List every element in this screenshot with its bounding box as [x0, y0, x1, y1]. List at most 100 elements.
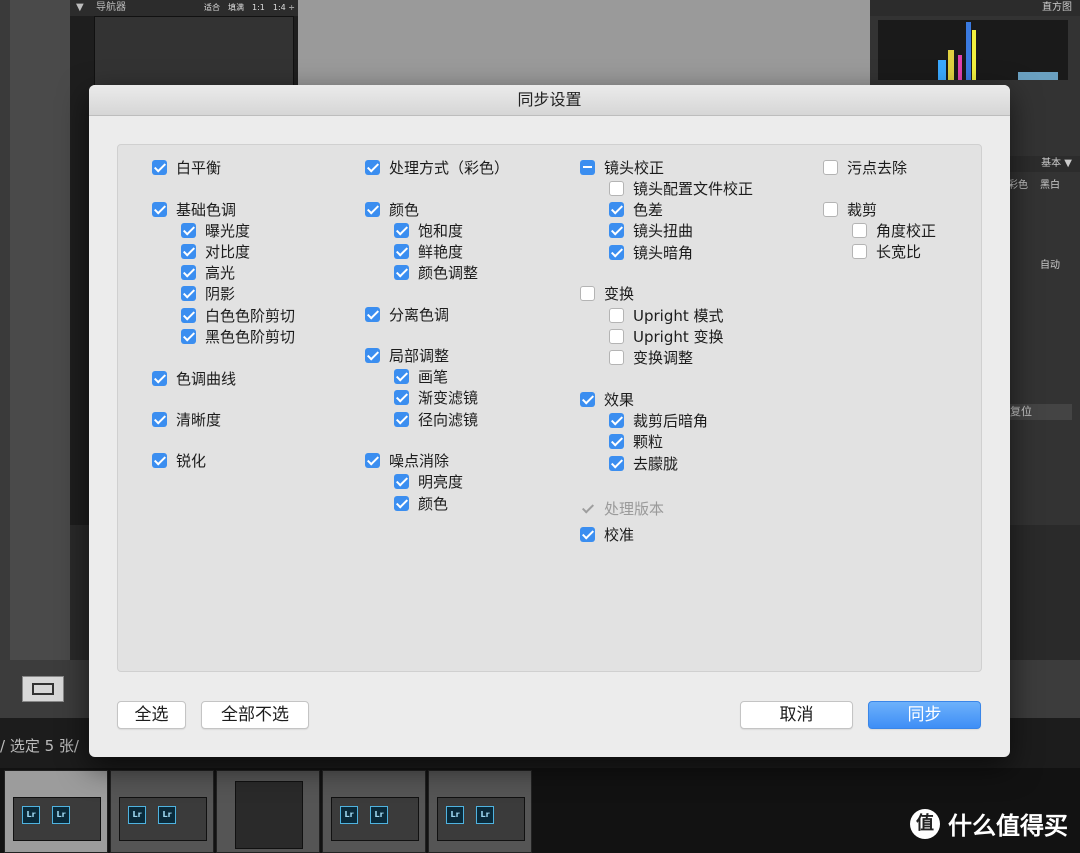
filmstrip-item[interactable]: Lr Lr	[322, 770, 426, 853]
checkbox-split-toning[interactable]: 分离色调	[365, 304, 449, 325]
checkbox-icon[interactable]	[152, 371, 167, 386]
checkbox-upright-transforms[interactable]: Upright 变换	[609, 326, 724, 347]
checkbox-white-balance[interactable]: 白平衡	[152, 157, 221, 178]
checkbox-icon[interactable]	[181, 223, 196, 238]
checkbox-lens-profile[interactable]: 镜头配置文件校正	[609, 178, 753, 199]
checkbox-icon[interactable]	[852, 223, 867, 238]
checkbox-tone-curve[interactable]: 色调曲线	[152, 368, 236, 389]
checkbox-transform-adjustments[interactable]: 变换调整	[609, 347, 693, 368]
checkbox-lens-corrections[interactable]: 镜头校正	[580, 157, 664, 178]
checkbox-icon[interactable]	[365, 202, 380, 217]
checkbox-icon[interactable]	[609, 223, 624, 238]
checkbox-color-adjustments[interactable]: 颜色调整	[394, 262, 478, 283]
checkbox-icon[interactable]	[394, 390, 409, 405]
checkbox-icon[interactable]	[394, 223, 409, 238]
filmstrip-item[interactable]: Lr Lr	[110, 770, 214, 853]
checkbox-noise-reduction[interactable]: 噪点消除	[365, 450, 449, 471]
select-none-button[interactable]: 全部不选	[201, 701, 309, 729]
checkbox-spot-removal[interactable]: 污点去除	[823, 157, 907, 178]
checkbox-icon[interactable]	[580, 160, 595, 175]
checkbox-color[interactable]: 颜色	[365, 199, 419, 220]
checkbox-brush[interactable]: 画笔	[394, 366, 448, 387]
checkbox-effects[interactable]: 效果	[580, 389, 634, 410]
loupe-view-icon[interactable]	[22, 676, 64, 702]
bw-treatment-button[interactable]: 黑白	[1040, 176, 1060, 191]
checkbox-noise-color[interactable]: 颜色	[394, 493, 448, 514]
checkbox-icon[interactable]	[823, 202, 838, 217]
checkbox-icon[interactable]	[609, 434, 624, 449]
checkbox-icon[interactable]	[394, 496, 409, 511]
checkbox-clarity[interactable]: 清晰度	[152, 409, 221, 430]
checkbox-icon[interactable]	[609, 181, 624, 196]
checkbox-saturation[interactable]: 饱和度	[394, 220, 463, 241]
checkbox-icon[interactable]	[181, 329, 196, 344]
checkbox-icon[interactable]	[394, 265, 409, 280]
checkbox-chromatic-aberration[interactable]: 色差	[609, 199, 663, 220]
checkbox-upright-mode[interactable]: Upright 模式	[609, 305, 724, 326]
checkbox-icon[interactable]	[152, 160, 167, 175]
checkbox-icon[interactable]	[181, 265, 196, 280]
checkbox-icon[interactable]	[394, 369, 409, 384]
checkbox-icon[interactable]	[181, 244, 196, 259]
checkbox-icon[interactable]	[394, 474, 409, 489]
checkbox-vibrance[interactable]: 鲜艳度	[394, 241, 463, 262]
checkbox-icon[interactable]	[609, 456, 624, 471]
checkbox-icon[interactable]	[181, 286, 196, 301]
filmstrip-item[interactable]: Lr Lr	[4, 770, 108, 853]
checkbox-local-adjustments[interactable]: 局部调整	[365, 345, 449, 366]
checkbox-icon[interactable]	[580, 392, 595, 407]
sync-button[interactable]: 同步	[868, 701, 981, 729]
checkbox-icon[interactable]	[580, 286, 595, 301]
checkbox-icon[interactable]	[394, 412, 409, 427]
histogram-header[interactable]: 直方图	[870, 0, 1080, 16]
collapse-triangle-icon[interactable]: ▼	[76, 0, 84, 16]
checkbox-icon[interactable]	[580, 527, 595, 542]
checkbox-basic-tone[interactable]: 基础色调	[152, 199, 236, 220]
checkbox-calibration[interactable]: 校准	[580, 524, 634, 545]
checkbox-icon[interactable]	[609, 350, 624, 365]
checkbox-icon[interactable]	[609, 329, 624, 344]
checkbox-icon[interactable]	[152, 202, 167, 217]
checkbox-graduated-filter[interactable]: 渐变滤镜	[394, 387, 478, 408]
checkbox-post-crop-vignetting[interactable]: 裁剪后暗角	[609, 410, 708, 431]
checkbox-white-clipping[interactable]: 白色色阶剪切	[181, 305, 295, 326]
checkbox-luminance[interactable]: 明亮度	[394, 471, 463, 492]
checkbox-exposure[interactable]: 曝光度	[181, 220, 250, 241]
filmstrip-item[interactable]	[216, 770, 320, 853]
checkbox-straighten-angle[interactable]: 角度校正	[852, 220, 936, 241]
navigator-zoom-options[interactable]: 适合 填满 1:1 1:4 ÷	[204, 0, 295, 16]
checkbox-icon[interactable]	[394, 244, 409, 259]
auto-tone-button[interactable]: 自动	[1040, 256, 1060, 271]
color-treatment-button[interactable]: 彩色	[1008, 176, 1028, 191]
checkbox-highlights[interactable]: 高光	[181, 262, 235, 283]
checkbox-crop[interactable]: 裁剪	[823, 199, 877, 220]
select-all-button[interactable]: 全选	[117, 701, 186, 729]
checkbox-black-clipping[interactable]: 黑色色阶剪切	[181, 326, 295, 347]
checkbox-icon[interactable]	[152, 412, 167, 427]
checkbox-icon[interactable]	[852, 244, 867, 259]
checkbox-aspect-ratio[interactable]: 长宽比	[852, 241, 921, 262]
checkbox-icon[interactable]	[365, 348, 380, 363]
navigator-header[interactable]: ▼ 导航器 适合 填满 1:1 1:4 ÷	[70, 0, 298, 16]
cancel-button[interactable]: 取消	[740, 701, 853, 729]
checkbox-icon[interactable]	[181, 308, 196, 323]
checkbox-radial-filter[interactable]: 径向滤镜	[394, 409, 478, 430]
checkbox-icon[interactable]	[609, 202, 624, 217]
checkbox-icon[interactable]	[365, 307, 380, 322]
checkbox-shadows[interactable]: 阴影	[181, 283, 235, 304]
filmstrip-item[interactable]: Lr Lr	[428, 770, 532, 853]
checkbox-icon[interactable]	[609, 308, 624, 323]
checkbox-lens-vignetting[interactable]: 镜头暗角	[609, 242, 693, 263]
checkbox-contrast[interactable]: 对比度	[181, 241, 250, 262]
checkbox-icon[interactable]	[365, 453, 380, 468]
checkbox-icon[interactable]	[365, 160, 380, 175]
checkbox-grain[interactable]: 颗粒	[609, 431, 663, 452]
checkbox-lens-distortion[interactable]: 镜头扭曲	[609, 220, 693, 241]
checkbox-treatment[interactable]: 处理方式（彩色）	[365, 157, 509, 178]
checkbox-icon[interactable]	[152, 453, 167, 468]
checkbox-sharpening[interactable]: 锐化	[152, 450, 206, 471]
checkbox-dehaze[interactable]: 去朦胧	[609, 453, 678, 474]
checkbox-icon[interactable]	[609, 413, 624, 428]
checkbox-icon[interactable]	[823, 160, 838, 175]
checkbox-transform[interactable]: 变换	[580, 283, 634, 304]
